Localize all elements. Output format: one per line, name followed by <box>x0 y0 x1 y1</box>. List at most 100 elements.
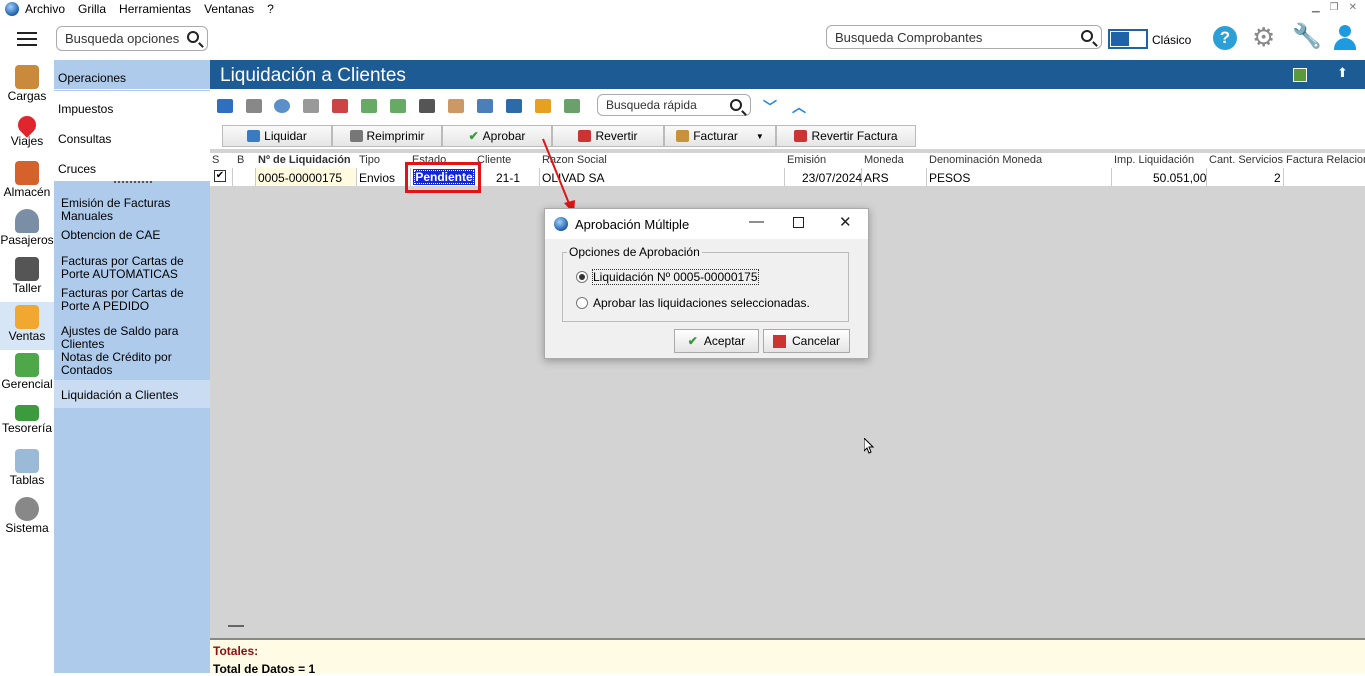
menu-ventanas[interactable]: Ventanas <box>198 0 261 18</box>
page-title-bar: Liquidación a Clientes ⬆ <box>210 60 1365 89</box>
menu-liquidacion-clientes[interactable]: Liquidación a Clientes <box>54 380 210 408</box>
user-icon[interactable] <box>1333 25 1357 51</box>
option-single-radio[interactable] <box>576 271 588 283</box>
restore-icon[interactable]: ❐ <box>1330 2 1339 13</box>
option-single-label[interactable]: Liquidación Nº 0005-00000175 <box>592 269 759 285</box>
reimprimir-button[interactable]: Reimprimir <box>332 125 442 147</box>
aprobar-button[interactable]: ✔ Aprobar <box>442 125 552 147</box>
maximize-icon[interactable] <box>793 217 804 228</box>
classic-toggle[interactable] <box>1108 29 1148 49</box>
form-icon[interactable] <box>506 99 522 113</box>
close-icon[interactable]: ✕ <box>839 213 852 231</box>
check-icon: ✔ <box>468 129 479 143</box>
nav-pasajeros[interactable]: Pasajeros <box>0 206 54 254</box>
nav-tablas[interactable]: Tablas <box>0 446 54 494</box>
column-header[interactable]: Moneda <box>864 154 904 166</box>
help-icon[interactable]: ? <box>1213 26 1237 50</box>
menu-impuestos[interactable]: Impuestos <box>54 91 210 121</box>
dropdown-arrow-icon[interactable]: ▼ <box>756 132 764 141</box>
menu-notas-credito[interactable]: Notas de Crédito por Contados <box>54 351 174 377</box>
menu-ajustes-saldo[interactable]: Ajustes de Saldo para Clientes <box>54 325 210 351</box>
menu-facturas-a-pedido[interactable]: Facturas por Cartas de Porte A PEDIDO <box>54 287 204 313</box>
nav-cargas[interactable]: Cargas <box>0 62 54 110</box>
revertir-button[interactable]: Revertir <box>552 125 664 147</box>
nav-tesoreria[interactable]: Tesorería <box>0 398 54 446</box>
hamburger-menu-icon[interactable] <box>17 32 37 46</box>
column-header[interactable]: Cant. Servicios <box>1209 154 1283 166</box>
revertir-factura-button[interactable]: Revertir Factura <box>776 125 916 147</box>
window-switch-icon[interactable] <box>1293 68 1307 82</box>
filter-apply-icon[interactable] <box>390 99 406 113</box>
menu-emision-facturas[interactable]: Emisión de Facturas Manuales <box>54 197 210 223</box>
column-header[interactable]: S <box>212 154 219 166</box>
search-icon[interactable] <box>187 31 199 43</box>
export-excel-icon[interactable] <box>564 99 580 113</box>
column-header[interactable]: Emisión <box>787 154 826 166</box>
filter-save-icon[interactable] <box>448 99 464 113</box>
wrench-icon[interactable]: 🔧 <box>1292 24 1322 50</box>
cell-razon-social: OLIVAD SA <box>542 171 605 185</box>
nav-sistema[interactable]: Sistema <box>0 494 54 542</box>
splitter-handle[interactable] <box>114 181 152 185</box>
menu-operaciones[interactable]: Operaciones <box>54 60 210 90</box>
accept-button[interactable]: ✔ Aceptar <box>674 329 759 353</box>
option-multiple-label[interactable]: Aprobar las liquidaciones seleccionadas. <box>593 296 810 310</box>
table-row[interactable]: ✔ 0005-00000175 Envios 21-1 OLIVAD SA 23… <box>210 168 1365 186</box>
collapse-up-icon[interactable]: ⬆ <box>1337 65 1348 81</box>
liquidar-button[interactable]: Liquidar <box>222 125 332 147</box>
nav-taller[interactable]: Taller <box>0 254 54 302</box>
filter-clear-icon[interactable] <box>332 99 348 113</box>
column-header[interactable]: B <box>237 154 244 166</box>
minimize-icon[interactable]: — <box>749 213 764 230</box>
menu-consultas[interactable]: Consultas <box>54 121 210 151</box>
close-icon[interactable]: ✕ <box>1349 2 1357 13</box>
column-header[interactable]: Imp. Liquidación <box>1114 154 1194 166</box>
cell-tipo: Envios <box>359 171 396 185</box>
column-header[interactable]: Razon Social <box>542 154 607 166</box>
search-icon[interactable] <box>274 99 290 113</box>
save-icon[interactable] <box>419 99 435 113</box>
cancel-button[interactable]: Cancelar <box>763 329 850 353</box>
cancel-icon <box>772 334 786 348</box>
menu-archivo[interactable]: Archivo <box>19 0 72 18</box>
row-select-checkbox[interactable]: ✔ <box>214 170 226 182</box>
search-comprobantes-input[interactable]: Busqueda Comprobantes <box>826 25 1102 49</box>
column-header[interactable]: Factura Relacion <box>1286 154 1365 166</box>
settings-gear-icon[interactable]: ⚙ <box>1252 24 1275 50</box>
chevron-up-icon[interactable]: ︿ <box>792 97 806 117</box>
search-options-input[interactable]: Busqueda opciones <box>56 26 208 51</box>
operations-menu: Operaciones Impuestos Consultas Cruces E… <box>54 60 210 673</box>
nav-gerencial[interactable]: Gerencial <box>0 350 54 398</box>
menu-obtencion-cae[interactable]: Obtencion de CAE <box>54 229 210 242</box>
minimize-icon[interactable]: ▁ <box>1312 2 1320 13</box>
columns-icon[interactable] <box>477 99 493 113</box>
nav-ventas[interactable]: Ventas <box>0 302 54 350</box>
menu-cruces[interactable]: Cruces <box>54 151 210 181</box>
column-header[interactable]: Nº de Liquidación <box>258 154 351 166</box>
column-header[interactable]: Denominación Moneda <box>929 154 1042 166</box>
edit-icon[interactable] <box>217 99 233 113</box>
menu-grilla[interactable]: Grilla <box>72 0 113 18</box>
search-icon[interactable] <box>1081 30 1093 42</box>
revert-invoice-icon <box>794 130 808 142</box>
horizontal-scrollbar[interactable] <box>210 617 1365 637</box>
menu-facturas-automaticas[interactable]: Facturas por Cartas de Porte AUTOMATICAS <box>54 255 204 281</box>
option-multiple-radio[interactable] <box>576 297 588 309</box>
menu-herramientas[interactable]: Herramientas <box>113 0 198 18</box>
filter-add-icon[interactable] <box>361 99 377 113</box>
quick-search-input[interactable]: Busqueda rápida <box>597 94 751 116</box>
nav-viajes[interactable]: Viajes <box>0 110 54 158</box>
print-icon[interactable] <box>246 99 262 113</box>
cell-estado[interactable]: Pendiente <box>413 169 475 185</box>
search-comprobantes-placeholder: Busqueda Comprobantes <box>835 29 983 45</box>
filter-icon[interactable] <box>303 99 319 113</box>
column-header[interactable]: Cliente <box>477 154 511 166</box>
bar-chart-icon[interactable] <box>535 99 551 113</box>
nav-almacen[interactable]: Almacén <box>0 158 54 206</box>
search-icon[interactable] <box>730 99 742 111</box>
dialog-title-bar[interactable]: Aprobación Múltiple — ✕ <box>545 209 868 239</box>
chevron-down-icon[interactable]: ﹀ <box>763 97 777 117</box>
menu-help[interactable]: ? <box>261 0 281 18</box>
facturar-button[interactable]: Facturar ▼ <box>664 125 776 147</box>
column-header[interactable]: Tipo <box>359 154 380 166</box>
